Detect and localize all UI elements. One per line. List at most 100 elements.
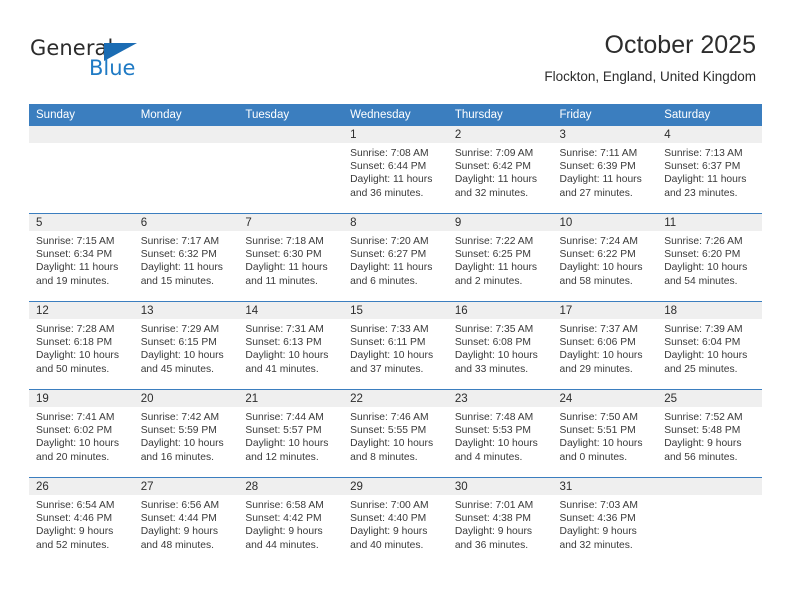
daylight-duration: Daylight: 10 hours and 16 minutes. [140,438,224,463]
calendar-day-details: Sunrise: 7:17 AM Sunset: 6:32 PM Daylight:… [134,231,239,288]
calendar-day-details: Sunrise: 7:08 AM Sunset: 6:44 PM Daylight:… [343,143,448,200]
calendar-day-cell[interactable]: 23 Sunrise: 7:48 AM Sunset: 5:53 PM Dayligh… [447,389,553,478]
sunset-time: Sunset: 6:30 PM [245,249,322,261]
daylight-duration: Daylight: 9 hours and 40 minutes. [350,526,428,551]
calendar-day-cell[interactable]: 12 Sunrise: 7:28 AM Sunset: 6:18 PM Dayligh… [29,301,134,390]
daylight-duration: Daylight: 10 hours and 50 minutes. [36,350,119,375]
sunrise-time: Sunrise: 7:46 AM [350,412,429,423]
daylight-duration: Daylight: 10 hours and 58 minutes. [559,262,643,287]
daylight-duration: Daylight: 9 hours and 56 minutes. [664,438,742,463]
calendar-day-cell[interactable]: 14 Sunrise: 7:31 AM Sunset: 6:13 PM Dayligh… [238,301,344,390]
sunrise-time: Sunrise: 6:56 AM [140,500,220,511]
calendar-day-cell[interactable]: 19 Sunrise: 7:41 AM Sunset: 6:02 PM Dayligh… [29,389,134,478]
sunrise-time: Sunrise: 7:01 AM [454,500,534,511]
daylight-duration: Daylight: 9 hours and 44 minutes. [245,526,323,551]
calendar-day-cell[interactable]: 31 Sunrise: 7:03 AM Sunset: 4:36 PM Dayligh… [552,477,658,565]
sunrise-time: Sunrise: 7:41 AM [36,412,115,423]
sunrise-time: Sunrise: 7:28 AM [36,324,115,335]
sunrise-time: Sunrise: 7:08 AM [350,148,429,159]
calendar-day-inner: 15 Sunrise: 7:33 AM Sunset: 6:11 PM Dayligh… [343,302,448,389]
sunrise-time: Sunrise: 7:52 AM [664,412,743,423]
sunset-time: Sunset: 6:08 PM [454,337,531,349]
calendar-day-number: 2 [447,126,553,143]
calendar-day-cell[interactable]: 27 Sunrise: 6:56 AM Sunset: 4:44 PM Dayligh… [133,477,239,565]
daylight-duration: Daylight: 9 hours and 36 minutes. [454,526,533,551]
daylight-duration: Daylight: 10 hours and 29 minutes. [559,350,643,375]
sunset-time: Sunset: 6:11 PM [350,337,426,349]
calendar-day-cell[interactable]: 28 Sunrise: 6:58 AM Sunset: 4:42 PM Dayligh… [238,477,344,565]
calendar-day-details: Sunrise: 7:33 AM Sunset: 6:11 PM Daylight:… [343,319,448,376]
calendar-day-details: Sunrise: 7:37 AM Sunset: 6:06 PM Daylight:… [553,319,658,376]
daylight-duration: Daylight: 10 hours and 8 minutes. [350,438,434,463]
calendar-day-cell[interactable]: 11 Sunrise: 7:26 AM Sunset: 6:20 PM Dayligh… [657,213,762,302]
calendar-day-cell[interactable]: 4 Sunrise: 7:13 AM Sunset: 6:37 PM Daylight… [657,126,762,214]
calendar-day-cell[interactable]: 25 Sunrise: 7:52 AM Sunset: 5:48 PM Dayligh… [657,389,762,478]
calendar-day-cell[interactable]: 1 Sunrise: 7:08 AM Sunset: 6:44 PM Daylight… [343,126,448,214]
calendar-day-cell[interactable]: 20 Sunrise: 7:42 AM Sunset: 5:59 PM Dayligh… [133,389,239,478]
sunrise-time: Sunrise: 7:00 AM [350,500,429,511]
calendar-day-cell[interactable]: 21 Sunrise: 7:44 AM Sunset: 5:57 PM Dayligh… [238,389,344,478]
calendar-day-cell[interactable]: 22 Sunrise: 7:46 AM Sunset: 5:55 PM Dayligh… [343,389,448,478]
calendar-day-details: Sunrise: 6:58 AM Sunset: 4:42 PM Daylight:… [238,495,343,552]
logo-text-blue: Blue [89,56,136,80]
calendar-day-cell[interactable]: 7 Sunrise: 7:18 AM Sunset: 6:30 PM Daylight… [238,213,344,302]
sunset-time: Sunset: 6:18 PM [36,337,113,349]
sunset-time: Sunset: 6:39 PM [559,161,636,173]
daylight-duration: Daylight: 10 hours and 12 minutes. [245,438,329,463]
calendar-day-inner: 21 Sunrise: 7:44 AM Sunset: 5:57 PM Dayligh… [238,390,344,477]
sunset-time: Sunset: 4:42 PM [245,513,322,525]
calendar-day-cell[interactable]: 18 Sunrise: 7:39 AM Sunset: 6:04 PM Dayligh… [657,301,762,390]
daylight-duration: Daylight: 9 hours and 52 minutes. [36,526,114,551]
calendar-day-cell[interactable]: 13 Sunrise: 7:29 AM Sunset: 6:15 PM Dayligh… [133,301,239,390]
calendar-day-cell-empty [238,126,344,214]
calendar-day-cell[interactable]: 3 Sunrise: 7:11 AM Sunset: 6:39 PM Daylight… [552,126,658,214]
calendar-day-inner: 30 Sunrise: 7:01 AM Sunset: 4:38 PM Dayligh… [447,478,553,565]
daylight-duration: Daylight: 10 hours and 37 minutes. [350,350,434,375]
calendar-day-cell[interactable]: 8 Sunrise: 7:20 AM Sunset: 6:27 PM Daylight… [343,213,448,302]
sunset-time: Sunset: 5:48 PM [664,425,741,437]
sunrise-time: Sunrise: 7:37 AM [559,324,638,335]
calendar-day-inner: 31 Sunrise: 7:03 AM Sunset: 4:36 PM Dayligh… [552,478,658,565]
weekday-header-wednesday: Wednesday [343,104,448,126]
sunset-time: Sunset: 5:53 PM [454,425,531,437]
calendar-day-cell-empty [657,477,762,565]
daylight-duration: Daylight: 10 hours and 0 minutes. [559,438,643,463]
calendar-day-cell[interactable]: 30 Sunrise: 7:01 AM Sunset: 4:38 PM Dayligh… [447,477,553,565]
calendar-day-cell[interactable]: 15 Sunrise: 7:33 AM Sunset: 6:11 PM Dayligh… [343,301,448,390]
calendar-day-inner [29,126,134,213]
calendar-day-cell[interactable]: 24 Sunrise: 7:50 AM Sunset: 5:51 PM Dayligh… [552,389,658,478]
calendar-day-inner [238,126,344,213]
sunset-time: Sunset: 6:06 PM [559,337,636,349]
generalblue-logo: General Blue [30,36,210,86]
calendar-day-number: 20 [133,390,239,407]
sunrise-time: Sunrise: 7:24 AM [559,236,638,247]
calendar-week-row: 5 Sunrise: 7:15 AM Sunset: 6:34 PM Daylight… [29,213,762,302]
calendar-day-cell[interactable]: 9 Sunrise: 7:22 AM Sunset: 6:25 PM Daylight… [447,213,553,302]
calendar-day-cell[interactable]: 5 Sunrise: 7:15 AM Sunset: 6:34 PM Daylight… [29,213,134,302]
calendar-day-details: Sunrise: 7:28 AM Sunset: 6:18 PM Daylight:… [29,319,134,376]
calendar-day-inner [133,126,239,213]
calendar-day-inner: 26 Sunrise: 6:54 AM Sunset: 4:46 PM Dayligh… [29,478,134,565]
calendar-day-details: Sunrise: 7:20 AM Sunset: 6:27 PM Daylight:… [343,231,448,288]
calendar-day-number [657,478,762,495]
calendar-day-cell[interactable]: 29 Sunrise: 7:00 AM Sunset: 4:40 PM Dayligh… [343,477,448,565]
calendar-day-number: 30 [447,478,553,495]
daylight-duration: Daylight: 10 hours and 20 minutes. [36,438,119,463]
calendar-day-cell-empty [133,126,239,214]
calendar-day-cell[interactable]: 16 Sunrise: 7:35 AM Sunset: 6:08 PM Dayligh… [447,301,553,390]
calendar-day-number: 25 [657,390,762,407]
calendar-day-inner: 18 Sunrise: 7:39 AM Sunset: 6:04 PM Dayligh… [657,302,762,389]
calendar-day-cell[interactable]: 26 Sunrise: 6:54 AM Sunset: 4:46 PM Dayligh… [29,477,134,565]
daylight-duration: Daylight: 11 hours and 23 minutes. [664,174,747,199]
calendar-day-cell[interactable]: 6 Sunrise: 7:17 AM Sunset: 6:32 PM Daylight… [133,213,239,302]
calendar-day-details: Sunrise: 7:41 AM Sunset: 6:02 PM Daylight:… [29,407,134,464]
calendar-day-details: Sunrise: 6:56 AM Sunset: 4:44 PM Daylight:… [134,495,239,552]
calendar-day-cell[interactable]: 2 Sunrise: 7:09 AM Sunset: 6:42 PM Daylight… [447,126,553,214]
calendar-day-cell[interactable]: 10 Sunrise: 7:24 AM Sunset: 6:22 PM Dayligh… [552,213,658,302]
calendar-day-cell[interactable]: 17 Sunrise: 7:37 AM Sunset: 6:06 PM Dayligh… [552,301,658,390]
calendar-day-number: 11 [657,214,762,231]
calendar-day-details: Sunrise: 7:48 AM Sunset: 5:53 PM Daylight:… [448,407,553,464]
calendar-day-number: 3 [552,126,658,143]
sunrise-time: Sunrise: 7:44 AM [245,412,324,423]
daylight-duration: Daylight: 10 hours and 4 minutes. [454,438,538,463]
